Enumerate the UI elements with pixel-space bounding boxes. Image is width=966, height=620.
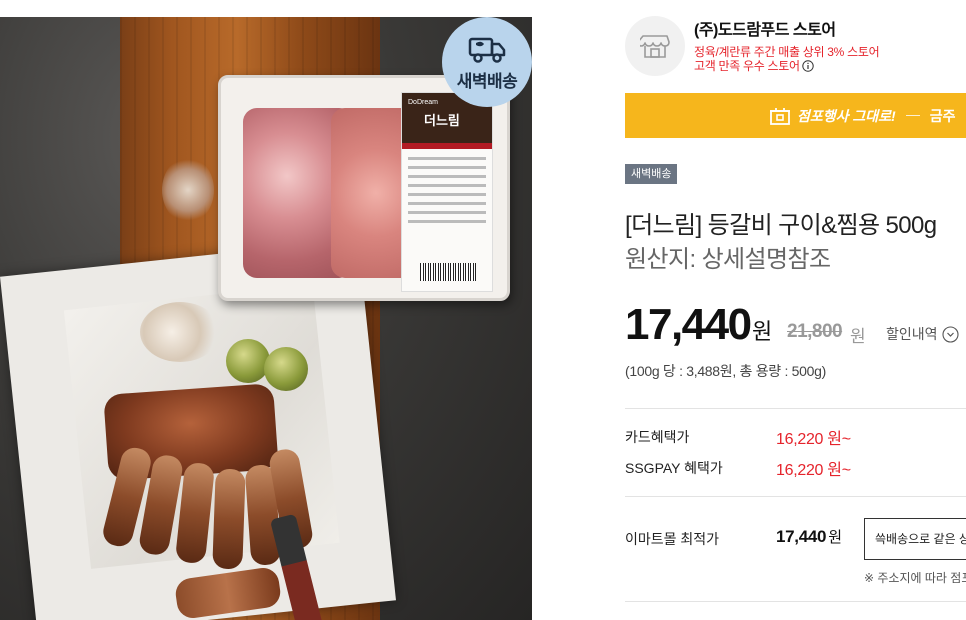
peppercorns	[162, 157, 214, 223]
best-price-value: 17,440 원	[776, 526, 842, 547]
best-price-unit: 원	[828, 529, 842, 546]
divider	[625, 408, 966, 409]
address-note: ※ 주소지에 따라 점포	[864, 571, 966, 585]
chevron-down-icon	[941, 325, 959, 343]
sale-price: 17,440	[625, 300, 752, 349]
original-price: 21,800	[787, 321, 843, 342]
discount-details-link[interactable]: 할인내역	[886, 324, 959, 344]
dawn-badge-label: 새벽배송	[456, 71, 518, 91]
meat-package-tray: DoDream 더느림	[218, 75, 510, 301]
store-logo[interactable]	[625, 16, 685, 76]
info-icon[interactable]	[802, 59, 814, 72]
promo-banner[interactable]: 점포행사 그대로! 금주	[625, 93, 966, 138]
promo-divider	[905, 115, 920, 116]
package-label: DoDream 더느림	[401, 92, 493, 292]
sale-price-unit: 원	[752, 319, 773, 344]
divider	[625, 496, 966, 497]
store-name[interactable]: (주)도드람푸드 스토어	[694, 16, 836, 40]
divider	[625, 601, 966, 602]
ssgpay-benefit-price: 16,220 원~	[776, 462, 851, 479]
brussels-sprout	[226, 339, 270, 383]
store-event-icon	[770, 107, 790, 125]
promo-label: 점포행사 그대로!	[797, 107, 896, 124]
ssg-delivery-button[interactable]: 쓱배송으로 같은 상품	[864, 518, 966, 560]
product-title: [더느림] 등갈비 구이&찜용 500g	[625, 212, 937, 239]
best-price-label: 이마트몰 최적가	[625, 531, 720, 547]
truck-icon	[468, 37, 506, 63]
brussels-sprout	[264, 347, 308, 391]
original-price-unit: 원	[850, 327, 866, 346]
product-image[interactable]: DoDream 더느림 새벽배송	[0, 17, 532, 620]
garlic	[140, 302, 220, 362]
dawn-delivery-tag: 새벽배송	[625, 164, 678, 184]
store-satisfaction: 고객 만족 우수 스토어	[694, 57, 814, 74]
barcode	[420, 263, 476, 281]
card-benefit-label: 카드혜택가	[625, 429, 690, 445]
best-price-number: 17,440	[776, 527, 827, 546]
discount-details-label: 할인내역	[886, 326, 938, 342]
grilled-rib	[212, 468, 246, 570]
store-icon	[640, 35, 670, 58]
package-name: 더느림	[424, 113, 460, 128]
ssgpay-benefit-label: SSGPAY 혜택가	[625, 460, 723, 476]
unit-price-info: (100g 당 : 3,488원, 총 용량 : 500g)	[625, 363, 826, 379]
dawn-delivery-badge: 새벽배송	[442, 17, 532, 107]
store-satisfaction-text: 고객 만족 우수 스토어	[694, 59, 800, 73]
promo-tail-text: 금주	[929, 107, 956, 124]
card-benefit-price: 16,220 원~	[776, 431, 851, 448]
product-origin: 원산지: 상세설명참조	[625, 246, 831, 273]
